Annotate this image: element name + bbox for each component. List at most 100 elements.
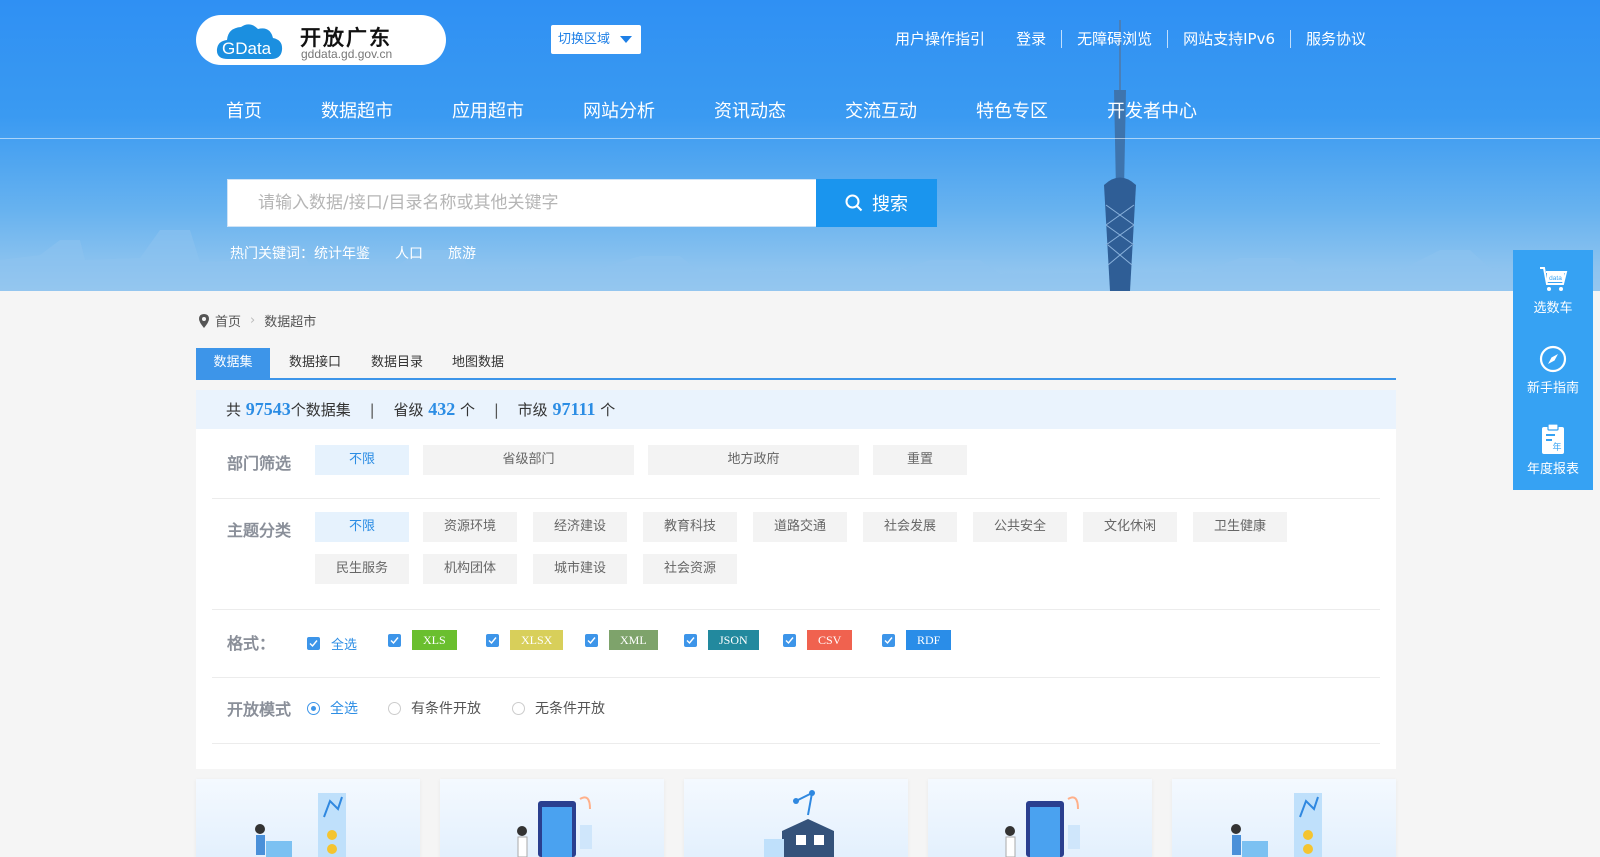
hero-header: GData 开放广东 gddata.gd.gov.cn 切换区域 用户操作指引 …	[0, 0, 1600, 291]
tab-datasets[interactable]: 数据集	[196, 348, 270, 378]
mode-radio-label: 无条件开放	[535, 701, 605, 717]
side-item-guide[interactable]: 新手指南	[1513, 330, 1593, 410]
dept-chip-unlimited[interactable]: 不限	[315, 445, 409, 475]
radio-unselected-icon	[512, 701, 525, 715]
topic-chip[interactable]: 不限	[315, 512, 409, 542]
dept-chip-local-gov[interactable]: 地方政府	[648, 445, 859, 475]
topic-chip[interactable]: 社会资源	[643, 554, 737, 584]
format-select-all[interactable]: 全选	[307, 634, 357, 653]
topic-chip[interactable]: 卫生健康	[1193, 512, 1287, 542]
format-option-rdf[interactable]: RDF	[882, 630, 952, 650]
format-tag-csv: CSV	[807, 630, 853, 650]
nav-item-special[interactable]: 特色专区	[976, 97, 1048, 123]
logo-badge-text: GData	[222, 39, 272, 58]
top-links: 用户操作指引 登录 无障碍浏览 网站支持IPv6 服务协议	[880, 30, 1381, 48]
dataset-stats: 共 97543个数据集 | 省级 432 个 | 市级 97111 个	[196, 390, 1396, 429]
hot-keywords: 热门关键词： 统计年鉴 人口 旅游	[230, 243, 501, 263]
topic-chip[interactable]: 道路交通	[753, 512, 847, 542]
format-option-csv[interactable]: CSV	[783, 630, 853, 650]
format-option-xls[interactable]: XLS	[388, 630, 457, 650]
topic-chip[interactable]: 公共安全	[973, 512, 1067, 542]
switch-region-button[interactable]: 切换区域	[551, 25, 641, 54]
stats-prefix: 共	[226, 401, 242, 419]
topic-chip[interactable]: 经济建设	[533, 512, 627, 542]
radio-selected-icon	[307, 701, 320, 715]
side-item-annual-report[interactable]: 年 年度报表	[1513, 410, 1593, 490]
link-user-guide[interactable]: 用户操作指引	[880, 30, 1001, 48]
dept-chip-provincial[interactable]: 省级部门	[423, 445, 634, 475]
chevron-right-icon: ›	[250, 313, 256, 328]
link-accessibility[interactable]: 无障碍浏览	[1061, 30, 1167, 48]
link-ipv6[interactable]: 网站支持IPv6	[1167, 30, 1290, 48]
checkbox-checked-icon	[307, 637, 320, 650]
mode-radio-conditional[interactable]: 有条件开放	[388, 698, 481, 718]
format-option-xml[interactable]: XML	[585, 630, 658, 650]
hot-keyword[interactable]: 统计年鉴	[314, 243, 370, 263]
checkbox-checked-icon	[783, 633, 796, 647]
radio-unselected-icon	[388, 701, 401, 715]
hot-keyword[interactable]: 人口	[395, 243, 423, 263]
dataset-card[interactable]	[196, 779, 420, 857]
topic-chip[interactable]: 城市建设	[533, 554, 627, 584]
nav-item-data-market[interactable]: 数据超市	[321, 97, 393, 123]
tab-data-api[interactable]: 数据接口	[270, 348, 360, 378]
mode-radio-all[interactable]: 全选	[307, 698, 358, 718]
dataset-card-list	[196, 779, 1396, 857]
search-box: 搜索	[227, 179, 937, 227]
nav-item-site-analysis[interactable]: 网站分析	[583, 97, 655, 123]
search-icon	[845, 194, 863, 212]
filter-row-open-mode: 开放模式 全选 有条件开放 无条件开放	[212, 678, 1380, 744]
filter-panel: 共 97543个数据集 | 省级 432 个 | 市级 97111 个 部门筛选…	[196, 390, 1396, 769]
data-illustration-icon	[255, 793, 346, 857]
nav-item-developer[interactable]: 开发者中心	[1107, 97, 1197, 123]
location-pin-icon	[199, 313, 209, 328]
topic-chip[interactable]: 资源环境	[423, 512, 517, 542]
main-nav: 首页 数据超市 应用超市 网站分析 资讯动态 交流互动 特色专区 开发者中心	[226, 97, 1256, 123]
topic-chip[interactable]: 民生服务	[315, 554, 409, 584]
search-button[interactable]: 搜索	[816, 179, 937, 227]
mode-radio-label: 有条件开放	[411, 701, 481, 717]
format-tag-xls: XLS	[412, 630, 457, 650]
side-item-label: 选数车	[1533, 301, 1573, 316]
side-item-label: 年度报表	[1526, 462, 1579, 477]
topic-chip[interactable]: 文化休闲	[1083, 512, 1177, 542]
dataset-card[interactable]	[1172, 779, 1396, 857]
filter-row-format: 格式： 全选 XLS XLSX XML JSON CSV RDF	[212, 610, 1380, 678]
search-input[interactable]	[228, 180, 818, 226]
stats-provincial-label: 省级	[393, 401, 424, 419]
tab-data-catalog[interactable]: 数据目录	[353, 348, 441, 378]
stats-unit: 个	[600, 401, 616, 419]
side-item-label: 新手指南	[1526, 381, 1579, 396]
stats-separator: |	[369, 401, 375, 419]
breadcrumb-home[interactable]: 首页	[215, 311, 241, 330]
side-item-data-cart[interactable]: data 选数车	[1513, 250, 1593, 330]
dataset-card[interactable]	[440, 779, 664, 857]
checkbox-checked-icon	[684, 633, 697, 647]
stats-unit: 个	[460, 401, 476, 419]
switch-region-label: 切换区域	[558, 32, 611, 47]
filter-label-open-mode: 开放模式	[227, 700, 292, 719]
format-option-xlsx[interactable]: XLSX	[486, 630, 564, 650]
nav-item-news[interactable]: 资讯动态	[714, 97, 786, 123]
dataset-card[interactable]	[684, 779, 908, 857]
link-service-agreement[interactable]: 服务协议	[1289, 30, 1381, 48]
hot-keyword[interactable]: 旅游	[448, 243, 476, 263]
dept-reset-button[interactable]: 重置	[873, 445, 967, 475]
link-login[interactable]: 登录	[1001, 30, 1061, 48]
nav-item-app-market[interactable]: 应用超市	[452, 97, 524, 123]
topic-chip[interactable]: 机构团体	[423, 554, 517, 584]
topic-chip[interactable]: 社会发展	[863, 512, 957, 542]
dataset-card[interactable]	[928, 779, 1152, 857]
format-tag-xlsx: XLSX	[510, 630, 564, 650]
nav-item-interaction[interactable]: 交流互动	[845, 97, 917, 123]
report-icon-text: 年	[1552, 441, 1561, 453]
mode-radio-unconditional[interactable]: 无条件开放	[512, 698, 605, 718]
site-logo[interactable]: GData 开放广东 gddata.gd.gov.cn	[196, 15, 446, 65]
tab-map-data[interactable]: 地图数据	[434, 348, 522, 378]
format-option-json[interactable]: JSON	[684, 630, 759, 650]
filter-row-department: 部门筛选 不限 省级部门 地方政府 重置	[212, 429, 1380, 499]
format-tag-rdf: RDF	[906, 630, 952, 650]
nav-item-home[interactable]: 首页	[226, 97, 262, 123]
logo-domain: gddata.gd.gov.cn	[301, 47, 393, 61]
topic-chip[interactable]: 教育科技	[643, 512, 737, 542]
